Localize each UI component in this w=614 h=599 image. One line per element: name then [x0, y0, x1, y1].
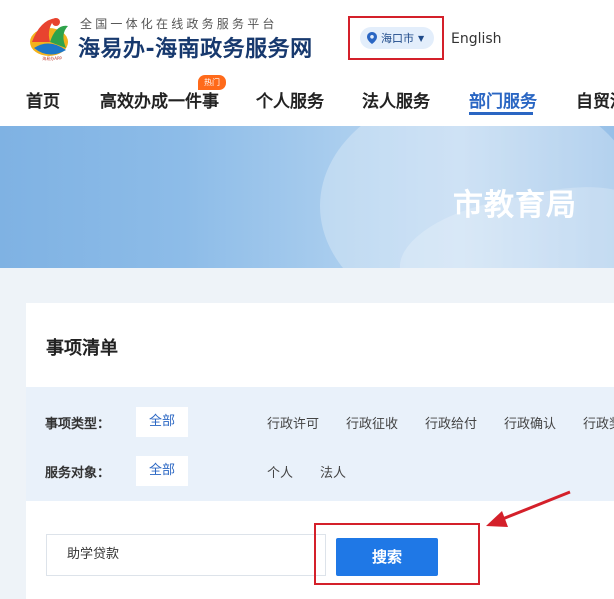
- logo-caption: 海易办APP: [42, 56, 62, 61]
- service-target-option[interactable]: 法人: [320, 462, 346, 481]
- main-nav: 首页 高效办成一件事 个人服务 法人服务 部门服务 自贸港: [0, 80, 614, 126]
- city-selector-label: 海口市: [381, 32, 414, 45]
- department-title: 市教育局: [453, 188, 577, 223]
- city-selector[interactable]: 海口市 ▼: [360, 27, 434, 49]
- search-button[interactable]: 搜索: [336, 538, 438, 576]
- site-title[interactable]: 海易办-海南政务服务网: [78, 31, 313, 63]
- hainan-logo-icon[interactable]: [26, 12, 72, 62]
- service-target-option[interactable]: 个人: [267, 462, 293, 481]
- nav-item-department[interactable]: 部门服务: [469, 87, 537, 112]
- item-type-option[interactable]: 行政征收: [346, 413, 398, 432]
- nav-item-free-trade-port[interactable]: 自贸港: [576, 87, 614, 112]
- hot-badge: 热门: [198, 75, 226, 90]
- platform-tagline: 全国一体化在线政务服务平台: [80, 17, 278, 31]
- site-header: 海易办APP 全国一体化在线政务服务平台 海易办-海南政务服务网 海口市 ▼ E…: [0, 0, 614, 126]
- nav-active-underline: [469, 112, 533, 115]
- nav-item-one-thing[interactable]: 高效办成一件事: [100, 87, 219, 112]
- city-highlight-box: 海口市 ▼: [348, 16, 444, 60]
- service-target-all-option[interactable]: 全部: [136, 456, 188, 486]
- location-pin-icon: [367, 32, 377, 44]
- item-type-option[interactable]: 行政许可: [267, 413, 319, 432]
- item-type-label: 事项类型：: [45, 417, 111, 432]
- filter-panel: 事项类型： 全部 行政许可 行政征收 行政给付 行政确认 行政奖 服务对象： 全…: [26, 387, 614, 501]
- english-language-link[interactable]: English: [451, 31, 502, 47]
- search-highlight-box: 搜索: [314, 523, 480, 585]
- service-target-label: 服务对象：: [45, 466, 111, 481]
- chevron-down-icon: ▼: [418, 33, 425, 43]
- department-banner: 市教育局: [0, 126, 614, 268]
- nav-item-personal[interactable]: 个人服务: [256, 87, 324, 112]
- item-type-option[interactable]: 行政确认: [504, 413, 556, 432]
- item-list-card: 事项清单 事项类型： 全部 行政许可 行政征收 行政给付 行政确认 行政奖 服务…: [26, 303, 614, 599]
- item-type-all-option[interactable]: 全部: [136, 407, 188, 437]
- search-input[interactable]: 助学贷款: [46, 534, 326, 576]
- card-title: 事项清单: [46, 338, 118, 359]
- item-type-option[interactable]: 行政奖: [583, 413, 614, 432]
- nav-item-home[interactable]: 首页: [26, 87, 60, 112]
- nav-item-legal-person[interactable]: 法人服务: [362, 87, 430, 112]
- item-type-option[interactable]: 行政给付: [425, 413, 477, 432]
